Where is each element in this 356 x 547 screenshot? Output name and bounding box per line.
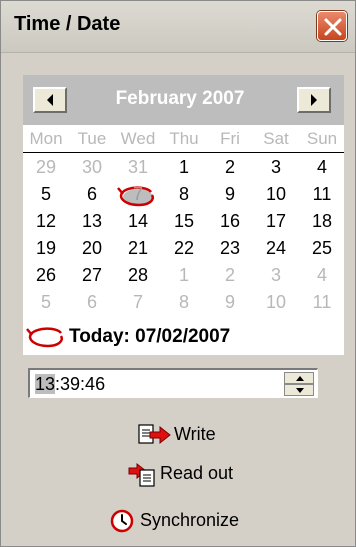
calendar-day[interactable]: 26 (23, 265, 69, 286)
calendar-day[interactable]: 5 (23, 184, 69, 205)
today-label: Today: 07/02/2007 (69, 326, 231, 347)
write-label: Write (174, 424, 216, 444)
title-bar[interactable]: Time / Date (1, 1, 355, 53)
time-value: 13:39:46 (35, 374, 105, 395)
today-day-number: 7 (132, 184, 143, 204)
read-out-button[interactable]: Read out (128, 460, 248, 490)
calendar-day[interactable]: 15 (161, 211, 207, 232)
calendar-day[interactable]: 28 (115, 265, 161, 286)
write-icon (138, 424, 171, 445)
calendar-day[interactable]: 10 (253, 292, 299, 313)
weekday-label: Wed (120, 129, 156, 148)
calendar-day[interactable]: 4 (299, 157, 345, 178)
calendar-week-row: 29 30 31 1 2 3 4 (23, 157, 344, 183)
calendar-week-row: 19 20 21 22 23 24 25 (23, 238, 344, 264)
calendar-day[interactable]: 14 (115, 211, 161, 232)
calendar-day[interactable]: 8 (161, 184, 207, 205)
calendar-day[interactable]: 1 (161, 265, 207, 286)
calendar-day[interactable]: 9 (207, 184, 253, 205)
weekday-header-row: Mon Tue Wed Thu Fri Sat Sun (23, 129, 344, 153)
calendar-day[interactable]: 5 (23, 292, 69, 313)
time-hours-selected: 13 (35, 374, 56, 394)
calendar-day[interactable]: 6 (69, 184, 115, 205)
calendar-day[interactable]: 8 (161, 292, 207, 313)
calendar-day[interactable]: 21 (115, 238, 161, 259)
month-calendar: February 2007 Mon Tue Wed Thu Fri Sat Su… (23, 75, 344, 355)
spin-down-button[interactable] (284, 384, 314, 396)
calendar-week-row: 12 13 14 15 16 17 18 (23, 211, 344, 237)
arrow-down-icon (296, 388, 304, 393)
calendar-day[interactable]: 7 (115, 292, 161, 313)
close-icon (324, 18, 342, 36)
calendar-week-row: 26 27 28 1 2 3 4 (23, 265, 344, 291)
calendar-day[interactable]: 16 (207, 211, 253, 232)
calendar-day[interactable]: 25 (299, 238, 345, 259)
arrow-right-icon (311, 94, 317, 106)
time-date-window: Time / Date February 2007 Mon Tue Wed Th… (0, 0, 356, 547)
calendar-day[interactable]: 20 (69, 238, 115, 259)
calendar-day[interactable]: 2 (207, 157, 253, 178)
calendar-day[interactable]: 11 (299, 292, 345, 313)
calendar-week-row: 5 6 7 8 9 10 11 (23, 184, 344, 210)
time-minutes-seconds: :39:46 (55, 374, 106, 394)
calendar-day[interactable]: 11 (299, 184, 345, 205)
calendar-day[interactable]: 9 (207, 292, 253, 313)
synchronize-label: Synchronize (140, 510, 240, 530)
prev-month-button[interactable] (33, 87, 67, 113)
calendar-day[interactable]: 3 (253, 157, 299, 178)
calendar-day[interactable]: 22 (161, 238, 207, 259)
read-out-icon (128, 462, 155, 487)
next-month-button[interactable] (297, 87, 331, 113)
calendar-day[interactable]: 31 (115, 157, 161, 178)
weekday-label: Fri (220, 129, 240, 148)
weekday-label: Sun (306, 129, 338, 148)
calendar-day[interactable]: 13 (69, 211, 115, 232)
calendar-day[interactable]: 29 (23, 157, 69, 178)
arrow-left-icon (47, 94, 53, 106)
calendar-day[interactable]: 27 (69, 265, 115, 286)
arrow-up-icon (296, 376, 304, 381)
calendar-day[interactable]: 30 (69, 157, 115, 178)
calendar-day[interactable]: 19 (23, 238, 69, 259)
calendar-day[interactable]: 2 (207, 265, 253, 286)
weekday-label: Thu (169, 129, 199, 148)
clock-icon (110, 509, 134, 533)
calendar-day[interactable]: 3 (253, 265, 299, 286)
calendar-day[interactable]: 10 (253, 184, 299, 205)
weekday-label: Mon (29, 129, 63, 148)
weekday-label: Sat (263, 129, 289, 148)
calendar-day[interactable]: 24 (253, 238, 299, 259)
today-link[interactable]: Today: 07/02/2007 (23, 321, 344, 351)
calendar-day[interactable]: 4 (299, 265, 345, 286)
calendar-day[interactable]: 23 (207, 238, 253, 259)
window-title: Time / Date (14, 13, 121, 35)
time-input[interactable]: 13:39:46 (28, 368, 318, 398)
calendar-header: February 2007 (23, 75, 344, 125)
weekday-label: Tue (77, 129, 107, 148)
calendar-day-today[interactable]: 7 (115, 184, 161, 207)
calendar-day[interactable]: 12 (23, 211, 69, 232)
calendar-day[interactable]: 17 (253, 211, 299, 232)
month-title[interactable]: February 2007 (75, 88, 285, 110)
calendar-week-row: 5 6 7 8 9 10 11 (23, 292, 344, 318)
close-button[interactable] (317, 11, 347, 41)
time-spinner (284, 372, 314, 396)
read-out-label: Read out (160, 463, 234, 483)
calendar-day[interactable]: 18 (299, 211, 345, 232)
synchronize-button[interactable]: Synchronize (110, 507, 270, 537)
calendar-day[interactable]: 1 (161, 157, 207, 178)
spin-up-button[interactable] (284, 372, 314, 384)
today-ring-icon (26, 327, 63, 348)
write-button[interactable]: Write (136, 421, 216, 451)
calendar-day[interactable]: 6 (69, 292, 115, 313)
